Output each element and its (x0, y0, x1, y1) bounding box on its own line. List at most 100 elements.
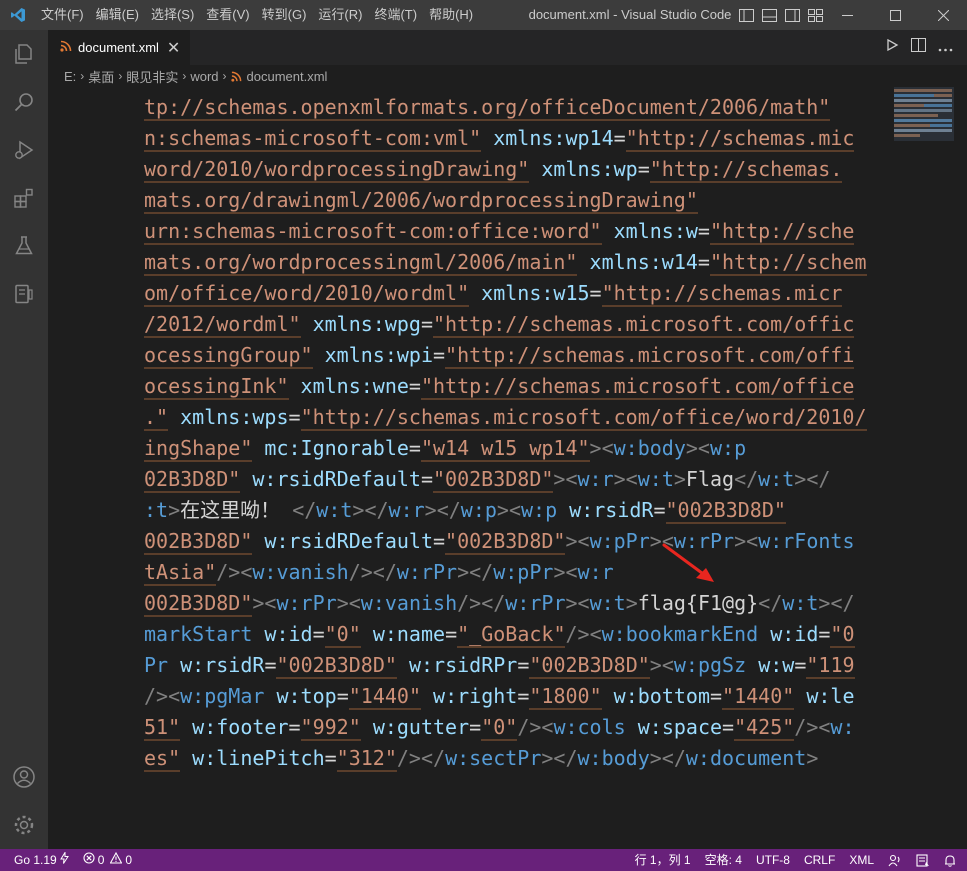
code-token: w:le (806, 684, 855, 708)
toggle-secondary-sidebar-icon[interactable] (784, 8, 801, 22)
code-line[interactable]: :t>在这里呦！ </w:t></w:r></w:p><w:p w:rsidR=… (144, 495, 886, 526)
code-token: </ (292, 498, 317, 522)
code-token: 在这里呦！ (180, 498, 293, 522)
end-of-line[interactable]: CRLF (797, 849, 842, 871)
code-token: = (517, 684, 530, 708)
code-line[interactable]: markStart w:id="0" w:name="_GoBack"/><w:… (144, 619, 886, 650)
code-content[interactable]: tp://schemas.openxmlformats.org/officeDo… (144, 92, 886, 774)
breadcrumb-drive[interactable]: E: (64, 69, 76, 84)
tab-document-xml[interactable]: document.xml ✕ (48, 30, 190, 65)
code-editor[interactable]: tp://schemas.openxmlformats.org/officeDo… (48, 87, 967, 849)
code-token: = (794, 653, 807, 677)
code-token: w:footer (192, 715, 289, 739)
code-token: "1440" (348, 684, 421, 710)
code-line[interactable]: 002B3D8D" w:rsidRDefault="002B3D8D"><w:p… (144, 526, 886, 557)
problems-status[interactable]: 0 0 (76, 849, 139, 871)
code-token: >< (553, 467, 578, 491)
split-editor-icon[interactable] (911, 38, 926, 57)
code-token: >< (336, 591, 361, 615)
settings-gear-icon[interactable] (0, 801, 48, 849)
code-token: w:p (460, 498, 497, 522)
code-token: "992" (300, 715, 361, 741)
menu-terminal[interactable]: 终端(T) (368, 0, 423, 30)
code-token: />< (565, 622, 602, 646)
code-token: /></ (396, 746, 446, 770)
code-token: w:name (372, 622, 446, 646)
close-tab-icon[interactable]: ✕ (167, 38, 180, 58)
breadcrumb-word[interactable]: word (190, 69, 218, 84)
indentation[interactable]: 空格: 4 (698, 849, 749, 871)
code-line[interactable]: n:schemas-microsoft-com:vml" xmlns:wp14=… (144, 123, 886, 154)
code-line[interactable]: ocessingInk" xmlns:wne="http://schemas.m… (144, 371, 886, 402)
code-token: /></ (457, 591, 506, 615)
code-token: mats.org/wordprocessingml/2006/main" (144, 250, 578, 276)
code-token: markStart (144, 622, 253, 646)
code-line[interactable]: /><w:pgMar w:top="1440" w:right="1800" w… (144, 681, 886, 712)
language-mode[interactable]: XML (842, 849, 881, 871)
maximize-icon[interactable] (871, 0, 919, 30)
code-token: /></ (348, 560, 397, 584)
run-debug-icon[interactable] (0, 126, 48, 174)
code-token: w:rPr (505, 591, 566, 615)
chevron-right-icon: › (80, 69, 85, 83)
person-voice-icon[interactable] (881, 849, 909, 871)
menu-go[interactable]: 转到(G) (256, 0, 313, 30)
search-icon[interactable] (0, 78, 48, 126)
code-token: = (637, 157, 650, 181)
notifications-bell-icon[interactable] (937, 849, 963, 871)
menu-edit[interactable]: 编辑(E) (90, 0, 145, 30)
menu-run[interactable]: 运行(R) (312, 0, 368, 30)
extensions-icon[interactable] (0, 174, 48, 222)
code-line[interactable]: tp://schemas.openxmlformats.org/officeDo… (144, 92, 886, 123)
code-line[interactable]: ocessingGroup" xmlns:wpi="http://schemas… (144, 340, 886, 371)
code-line[interactable]: om/office/word/2010/wordml" xmlns:w15="h… (144, 278, 886, 309)
go-version-status[interactable]: Go 1.19 (0, 849, 76, 871)
minimap[interactable] (894, 87, 954, 141)
code-line[interactable]: ." xmlns:wps="http://schemas.microsoft.c… (144, 402, 886, 433)
toggle-sidebar-icon[interactable] (738, 8, 755, 22)
code-line[interactable]: 02B3D8D" w:rsidRDefault="002B3D8D"><w:r>… (144, 464, 886, 495)
explorer-icon[interactable] (0, 30, 48, 78)
code-line[interactable]: tAsia"/><w:vanish/></w:rPr></w:pPr><w:r (144, 557, 886, 588)
customize-layout-icon[interactable] (807, 8, 824, 22)
accounts-icon[interactable] (0, 753, 48, 801)
minimize-icon[interactable] (823, 0, 871, 30)
code-token: >< (565, 591, 590, 615)
code-line[interactable]: 51" w:footer="992" w:gutter="0"/><w:cols… (144, 712, 886, 743)
code-line[interactable]: mats.org/drawingml/2006/wordprocessingDr… (144, 185, 886, 216)
code-token: "http://schemas.microsoft.com/office (420, 374, 855, 400)
encoding[interactable]: UTF-8 (749, 849, 797, 871)
remote-explorer-icon[interactable] (0, 270, 48, 318)
feedback-icon[interactable] (909, 849, 937, 871)
close-window-icon[interactable] (919, 0, 967, 30)
code-token: "425" (734, 715, 795, 741)
code-line[interactable]: 002B3D8D"><w:rPr><w:vanish/></w:rPr><w:t… (144, 588, 886, 619)
menu-selection[interactable]: 选择(S) (145, 0, 200, 30)
toggle-panel-icon[interactable] (761, 8, 778, 22)
code-line[interactable]: ingShape" mc:Ignorable="w14 w15 wp14"><w… (144, 433, 886, 464)
code-line[interactable]: /2012/wordml" xmlns:wpg="http://schemas.… (144, 309, 886, 340)
more-actions-icon[interactable] (938, 39, 953, 57)
menu-file[interactable]: 文件(F) (35, 0, 90, 30)
code-token: w:r (577, 560, 614, 584)
testing-flask-icon[interactable] (0, 222, 48, 270)
cursor-position[interactable]: 行 1，列 1 (628, 849, 698, 871)
breadcrumb-file[interactable]: document.xml (247, 69, 328, 84)
breadcrumb-desktop[interactable]: 桌面 (88, 67, 114, 86)
menu-view[interactable]: 查看(V) (200, 0, 255, 30)
code-line[interactable]: mats.org/wordprocessingml/2006/main" xml… (144, 247, 886, 278)
code-line[interactable]: es" w:linePitch="312"/></w:sectPr></w:bo… (144, 743, 886, 774)
code-token: </ (734, 467, 759, 491)
code-line[interactable]: urn:schemas-microsoft-com:office:word" x… (144, 216, 886, 247)
code-token: w:gutter (372, 715, 470, 739)
code-token: ></ (457, 560, 494, 584)
code-line[interactable]: Pr w:rsidR="002B3D8D" w:rsidRPr="002B3D8… (144, 650, 886, 681)
code-token: >< (252, 591, 277, 615)
menu-help[interactable]: 帮助(H) (423, 0, 479, 30)
code-line[interactable]: word/2010/wordprocessingDrawing" xmlns:w… (144, 154, 886, 185)
breadcrumb-folder[interactable]: 眼见非实 (126, 67, 178, 86)
run-icon[interactable] (885, 38, 899, 57)
